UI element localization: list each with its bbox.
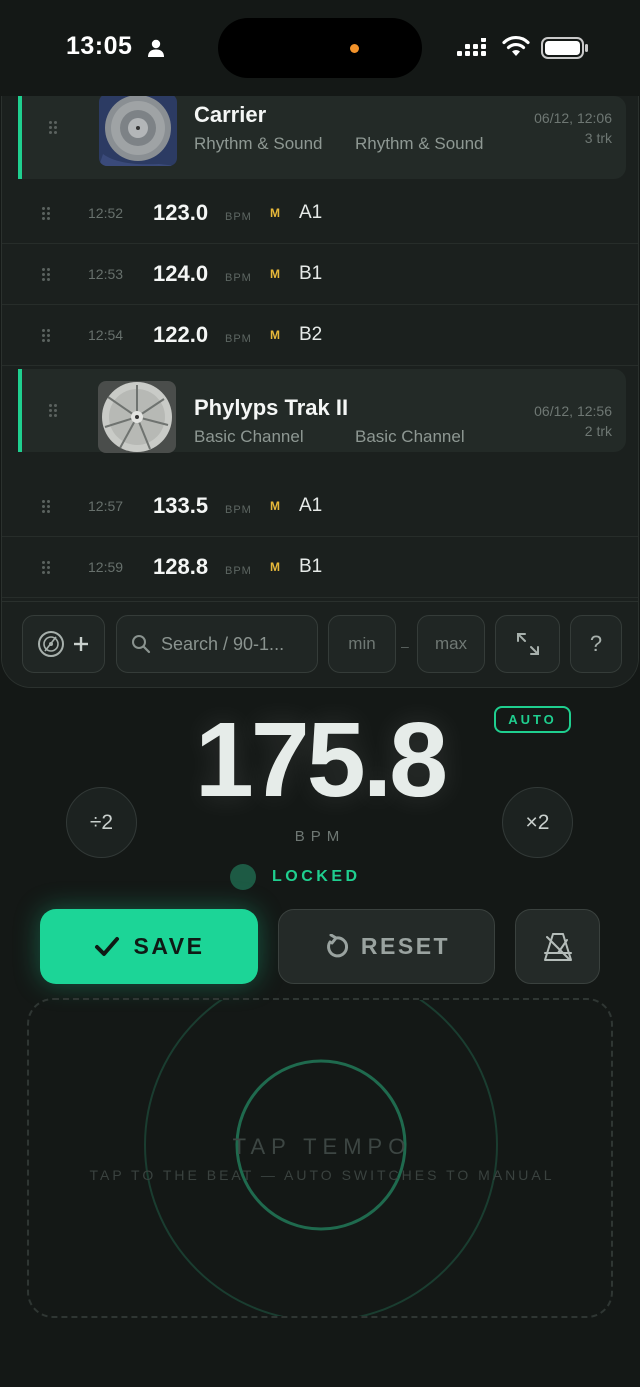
expand-icon xyxy=(516,633,539,655)
track-time: 12:52 xyxy=(88,205,124,221)
album-art xyxy=(98,381,176,453)
status-time: 13:05 xyxy=(66,32,133,60)
add-record-button[interactable] xyxy=(22,615,105,673)
double-label: ×2 xyxy=(525,810,550,834)
track-bpm: 123.0 xyxy=(153,200,209,225)
track-key: A1 xyxy=(299,202,323,223)
track-key: A1 xyxy=(299,495,323,516)
bpm-unit: BPM xyxy=(225,272,252,284)
album-date: 06/12, 12:56 xyxy=(534,403,612,419)
manual-marker: M xyxy=(270,328,280,342)
track-time: 12:57 xyxy=(88,498,124,514)
lock-status: LOCKED xyxy=(272,868,361,885)
manual-marker: M xyxy=(270,560,280,574)
expand-button[interactable] xyxy=(495,615,560,673)
album-track-count: 3 trk xyxy=(584,130,612,146)
track-time: 12:53 xyxy=(88,266,124,282)
bpm-unit: BPM xyxy=(225,333,252,345)
album-artist: Basic Channel xyxy=(194,427,304,446)
help-label: ? xyxy=(589,631,603,656)
double-tempo-button[interactable]: ×2 xyxy=(502,787,573,858)
track-bpm: 124.0 xyxy=(153,261,209,286)
list-toolbar: Search / 90-1... min – max ? xyxy=(2,601,638,687)
manual-marker: M xyxy=(270,499,280,513)
album-label: Rhythm & Sound xyxy=(355,134,484,153)
metronome-button[interactable] xyxy=(515,909,600,984)
bpm-max-field[interactable]: max xyxy=(417,615,485,673)
track-time: 12:59 xyxy=(88,559,124,575)
track-row[interactable]: 12:57 133.5 BPM M A1 xyxy=(2,477,638,537)
bpm-min-field[interactable]: min xyxy=(328,615,396,673)
halve-tempo-button[interactable]: ÷2 xyxy=(66,787,137,858)
album-art xyxy=(99,96,177,166)
drag-handle-icon[interactable] xyxy=(42,207,52,221)
album-group-carrier[interactable]: Carrier Rhythm & Sound Rhythm & Sound 06… xyxy=(18,96,626,179)
reset-icon xyxy=(326,933,348,957)
track-row[interactable]: 12:53 124.0 BPM M B1 xyxy=(2,245,638,305)
track-bpm: 128.8 xyxy=(153,554,209,579)
track-bpm: 133.5 xyxy=(153,493,209,518)
cellular-signal-icon xyxy=(457,38,486,56)
track-key: B2 xyxy=(299,324,323,345)
checkmark-icon xyxy=(94,936,119,956)
album-track-count: 2 trk xyxy=(584,423,612,439)
person-icon xyxy=(148,39,164,57)
track-row[interactable]: 12:52 123.0 BPM M A1 xyxy=(2,184,638,244)
wifi-icon xyxy=(502,35,530,56)
track-time: 12:54 xyxy=(88,327,124,343)
range-separator: – xyxy=(401,638,409,654)
halve-label: ÷2 xyxy=(89,810,114,834)
album-group-phylyps-trak[interactable]: Phylyps Trak II Basic Channel Basic Chan… xyxy=(18,369,626,453)
drag-handle-icon[interactable] xyxy=(49,121,59,135)
track-row[interactable]: 12:59 128.8 BPM M B1 xyxy=(2,538,638,598)
track-key: B1 xyxy=(299,556,323,577)
tap-title: TAP TEMPO xyxy=(232,1134,412,1159)
drag-handle-icon[interactable] xyxy=(42,561,52,575)
manual-marker: M xyxy=(270,206,280,220)
drag-handle-icon[interactable] xyxy=(42,268,52,282)
drag-handle-icon[interactable] xyxy=(42,329,52,343)
reset-label: RESET xyxy=(360,933,451,959)
manual-marker: M xyxy=(270,267,280,281)
album-label: Basic Channel xyxy=(355,427,465,446)
recording-indicator xyxy=(350,44,359,53)
search-icon xyxy=(132,635,151,654)
tap-subtitle: TAP TO THE BEAT — AUTO SWITCHES TO MANUA… xyxy=(89,1167,555,1183)
min-placeholder: min xyxy=(348,634,376,653)
help-button[interactable]: ? xyxy=(570,615,622,673)
save-button[interactable]: SAVE xyxy=(40,909,258,984)
track-row[interactable]: 12:54 122.0 BPM M B2 xyxy=(2,306,638,366)
vinyl-add-icon xyxy=(37,631,88,657)
search-field[interactable]: Search / 90-1... xyxy=(116,615,318,673)
album-title: Carrier xyxy=(194,102,267,127)
drag-handle-icon[interactable] xyxy=(49,404,59,418)
bpm-unit: BPM xyxy=(225,565,252,577)
search-placeholder: Search / 90-1... xyxy=(161,633,285,654)
album-date: 06/12, 12:06 xyxy=(534,110,612,126)
bpm-unit: BPM xyxy=(225,504,252,516)
lock-indicator-dot xyxy=(230,864,256,890)
tap-tempo-pad[interactable]: TAP TEMPO TAP TO THE BEAT — AUTO SWITCHE… xyxy=(27,998,613,1318)
session-list: Carrier Rhythm & Sound Rhythm & Sound 06… xyxy=(1,96,639,688)
track-bpm: 122.0 xyxy=(153,322,209,347)
album-artist: Rhythm & Sound xyxy=(194,134,323,153)
album-title: Phylyps Trak II xyxy=(194,395,349,420)
max-placeholder: max xyxy=(434,634,468,653)
track-key: B1 xyxy=(299,263,323,284)
status-bar: 13:05 xyxy=(0,0,640,96)
bpm-unit: BPM xyxy=(225,211,252,223)
save-label: SAVE xyxy=(133,933,205,959)
battery-icon xyxy=(541,37,588,59)
metronome-off-icon xyxy=(543,932,572,961)
reset-button[interactable]: RESET xyxy=(278,909,495,984)
dynamic-island xyxy=(218,18,422,78)
drag-handle-icon[interactable] xyxy=(42,500,52,514)
